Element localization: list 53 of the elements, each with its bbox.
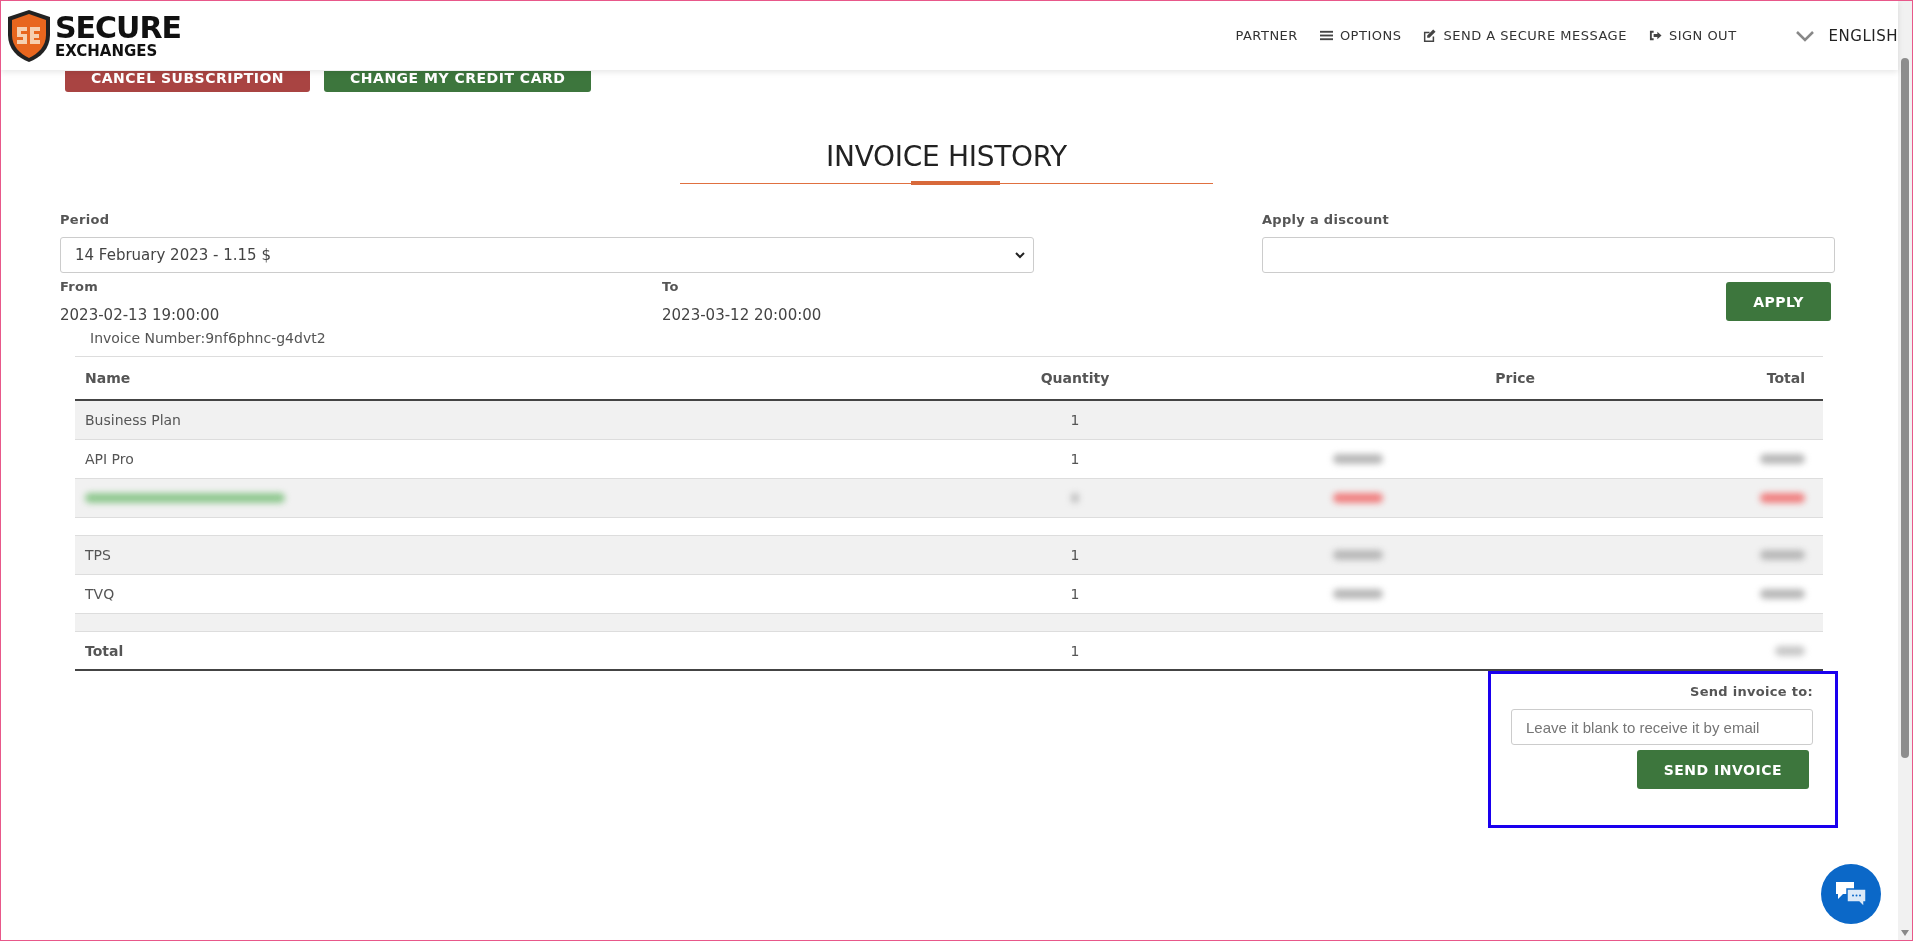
- blurred-amount: [1332, 493, 1383, 503]
- table-cell: 1: [975, 631, 1175, 670]
- invoice-number: Invoice Number:9nf6phnc-g4dvt2: [90, 330, 327, 346]
- field-label: Period: [60, 212, 111, 227]
- shield-logo-icon: [7, 8, 51, 63]
- date-value: 2023-02-13 19:00:00: [60, 306, 221, 324]
- blurred-amount: [1775, 645, 1805, 656]
- table-cell: TVQ: [75, 574, 975, 614]
- nav-link[interactable]: OPTIONS: [1319, 28, 1402, 43]
- field-label: Apply a discount: [1262, 212, 1391, 227]
- date-value: 2023-03-12 20:00:00: [662, 306, 823, 324]
- edit-icon: [1423, 29, 1437, 42]
- menu-icon: [1319, 29, 1333, 42]
- chat-icon: [1835, 880, 1867, 908]
- blurred-amount: [1332, 454, 1383, 464]
- cancel-button[interactable]: CANCEL SUBSCRIPTION: [65, 71, 311, 92]
- blurred-text: [1071, 493, 1079, 503]
- nav-link[interactable]: PARTNER: [1235, 28, 1298, 43]
- blurred-amount: [1760, 550, 1805, 560]
- sign-out-icon: [1648, 29, 1662, 42]
- blurred-amount: [1332, 550, 1383, 560]
- logo-text: EXCHANGES: [55, 43, 159, 59]
- table-cell: 1: [975, 535, 1175, 575]
- scroll-down-icon[interactable]: [1901, 930, 1909, 936]
- table-cell: API Pro: [75, 439, 975, 479]
- period-select[interactable]: 14 February 2023 - 1.15 $: [60, 237, 1034, 273]
- nav-link[interactable]: SIGN OUT: [1648, 28, 1737, 43]
- table-cell: 1: [975, 574, 1175, 614]
- language-selector[interactable]: ENGLISH: [1828, 26, 1898, 45]
- email-field[interactable]: Leave it blank to receive it by email: [1511, 709, 1813, 745]
- table-cell: 1: [975, 400, 1175, 440]
- blurred-amount: [1760, 454, 1805, 464]
- page-title: INVOICE HISTORY: [826, 140, 1067, 173]
- action-button[interactable]: CHANGE MY CREDIT CARD: [324, 71, 592, 92]
- blurred-amount: [1760, 589, 1805, 599]
- chevron-down-icon[interactable]: [1794, 29, 1815, 42]
- nav-link[interactable]: SEND A SECURE MESSAGE: [1423, 28, 1627, 43]
- field-label: To: [662, 279, 680, 294]
- table-cell: 1: [975, 439, 1175, 479]
- table-cell: TPS: [75, 535, 975, 575]
- field-label: From: [60, 279, 100, 294]
- field-label: Send invoice to:: [1689, 684, 1813, 699]
- discount-field[interactable]: [1262, 237, 1835, 273]
- scrollbar-thumb[interactable]: [1901, 58, 1909, 758]
- blurred-amount: [1760, 493, 1805, 503]
- blurred-amount: [1332, 589, 1383, 599]
- table-cell: Total: [75, 631, 975, 670]
- chevron-down-icon: [1015, 251, 1025, 259]
- send-invoice-button[interactable]: SEND INVOICE: [1636, 750, 1809, 789]
- table-cell: Business Plan: [75, 400, 975, 440]
- apply-button[interactable]: APPLY: [1726, 282, 1831, 321]
- chat-button[interactable]: [1821, 864, 1881, 924]
- logo-text: SECURE: [55, 12, 182, 43]
